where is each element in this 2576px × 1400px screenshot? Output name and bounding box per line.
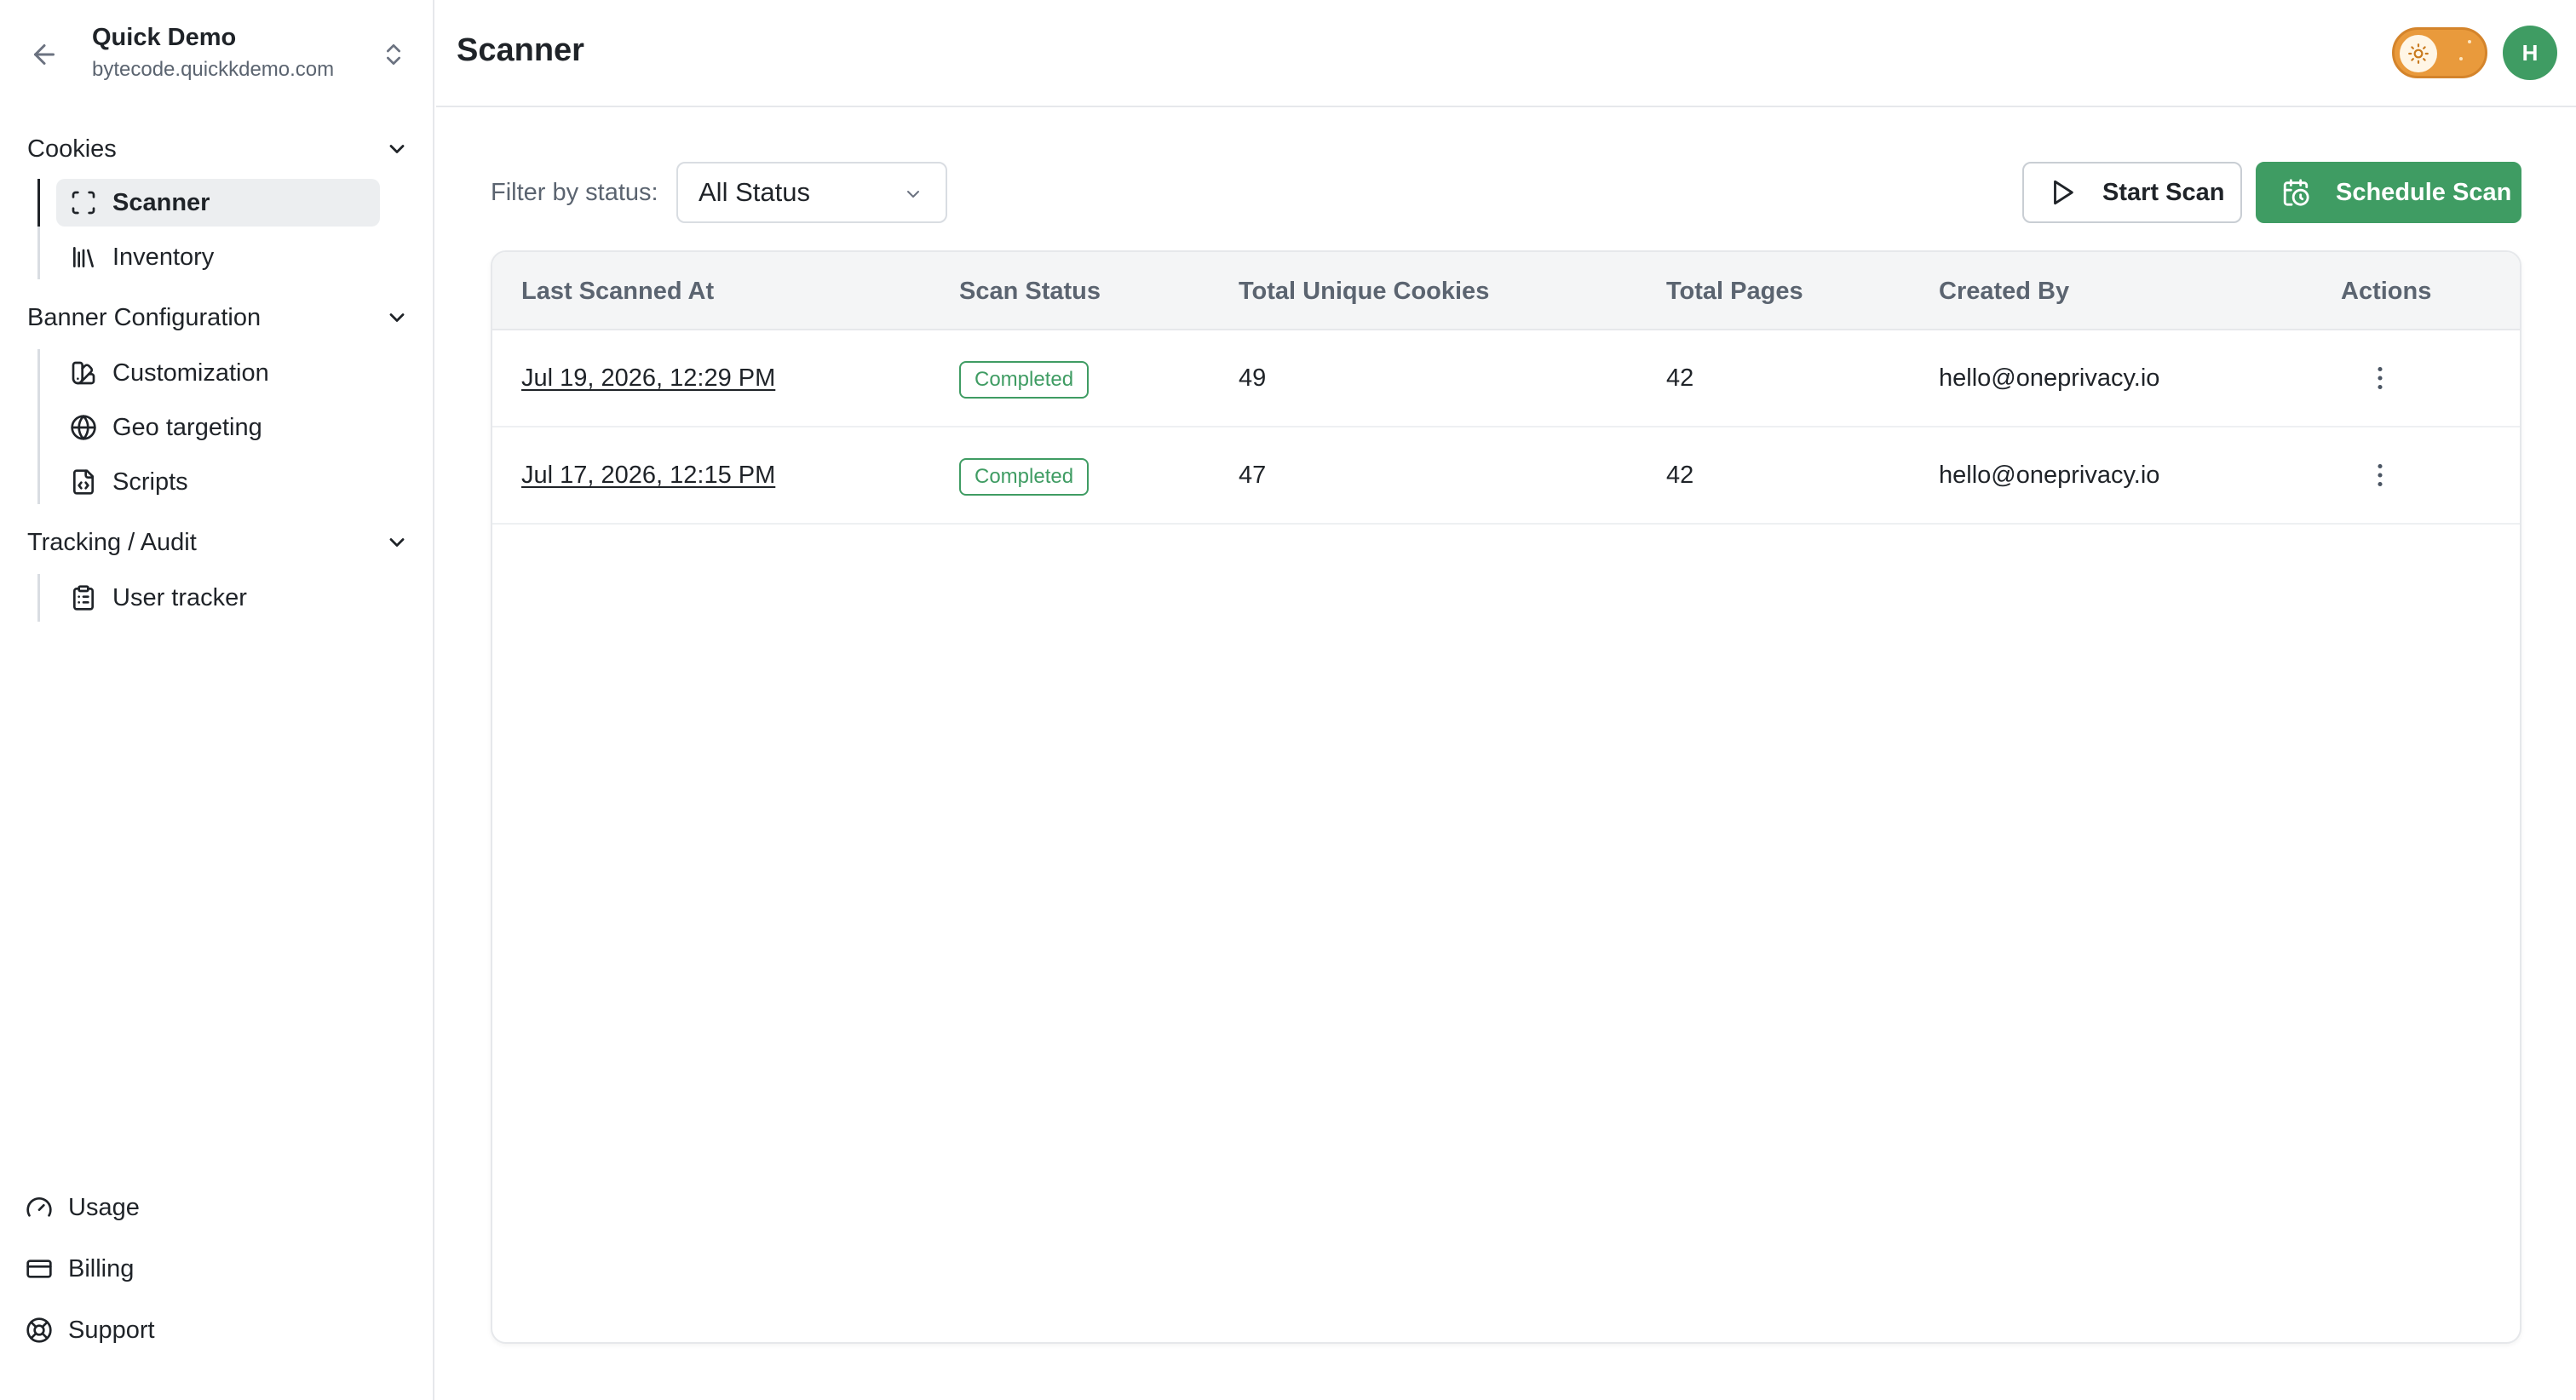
status-filter-select[interactable]: All Status bbox=[676, 162, 947, 223]
sidebar-item-user-tracker[interactable]: User tracker bbox=[56, 574, 380, 622]
column-header-total-unique-cookies[interactable]: Total Unique Cookies bbox=[1239, 278, 1489, 306]
sidebar-item-scanner[interactable]: Scanner bbox=[56, 179, 380, 227]
filter-label: Filter by status: bbox=[491, 179, 658, 206]
sidebar-item-geo-targeting[interactable]: Geo targeting bbox=[56, 404, 380, 451]
total-pages-count: 42 bbox=[1666, 462, 1694, 489]
chevron-down-icon bbox=[907, 191, 919, 198]
status-badge: Completed bbox=[959, 361, 1090, 399]
column-header-last-scanned-at[interactable]: Last Scanned At bbox=[521, 278, 714, 306]
more-vertical-icon[interactable] bbox=[2365, 363, 2395, 393]
sun-icon bbox=[2408, 43, 2429, 64]
arrow-left-icon[interactable] bbox=[29, 39, 60, 70]
table-row: Jul 17, 2026, 12:15 PM Completed 47 42 h… bbox=[492, 427, 2520, 525]
sidebar-item-label: Usage bbox=[68, 1193, 140, 1221]
star-dot bbox=[2459, 57, 2463, 60]
sidebar-item-customization[interactable]: Customization bbox=[56, 349, 380, 397]
column-header-scan-status[interactable]: Scan Status bbox=[959, 278, 1101, 306]
schedule-scan-button[interactable]: Schedule Scan bbox=[2256, 162, 2521, 223]
status-badge: Completed bbox=[959, 458, 1090, 496]
chevrons-up-down-icon[interactable] bbox=[380, 37, 407, 72]
unique-cookies-count: 47 bbox=[1239, 462, 1267, 489]
section-label: Banner Configuration bbox=[27, 303, 262, 331]
column-header-actions: Actions bbox=[2341, 278, 2432, 305]
total-pages-count: 42 bbox=[1666, 364, 1694, 392]
select-value: All Status bbox=[699, 177, 810, 207]
scan-date-link[interactable]: Jul 19, 2026, 12:29 PM bbox=[521, 364, 775, 393]
section-tracking-audit[interactable]: Tracking / Audit bbox=[27, 519, 409, 565]
unique-cookies-count: 49 bbox=[1239, 364, 1267, 392]
created-by-email: hello@oneprivacy.io bbox=[1939, 364, 2160, 392]
section-banner-configuration[interactable]: Banner Configuration bbox=[27, 295, 409, 341]
avatar[interactable]: H bbox=[2503, 26, 2557, 80]
library-icon bbox=[73, 247, 94, 267]
nav-active-indicator bbox=[37, 179, 40, 227]
sidebar-item-label: Scanner bbox=[112, 188, 210, 216]
sidebar: Quick Demo bytecode.quickkdemo.com Cooki… bbox=[0, 0, 434, 1400]
sidebar-item-label: Customization bbox=[112, 359, 269, 387]
nav-indent-line bbox=[37, 574, 40, 622]
toggle-knob bbox=[2400, 35, 2437, 72]
globe-icon bbox=[71, 415, 96, 440]
section-cookies[interactable]: Cookies bbox=[27, 126, 409, 172]
table-header: Last Scanned At Scan Status Total Unique… bbox=[492, 252, 2520, 330]
column-header-created-by[interactable]: Created By bbox=[1939, 278, 2069, 306]
table-row: Jul 19, 2026, 12:29 PM Completed 49 42 h… bbox=[492, 330, 2520, 427]
file-code-icon bbox=[73, 469, 94, 495]
scans-table: Last Scanned At Scan Status Total Unique… bbox=[491, 250, 2521, 1344]
calendar-clock-icon bbox=[2283, 179, 2309, 206]
sidebar-item-scripts[interactable]: Scripts bbox=[56, 458, 380, 506]
page-title: Scanner bbox=[457, 32, 584, 68]
clipboard-list-icon bbox=[73, 585, 94, 611]
more-vertical-icon[interactable] bbox=[2365, 460, 2395, 491]
sidebar-item-label: User tracker bbox=[112, 583, 247, 611]
chevron-down-icon bbox=[389, 538, 405, 547]
sidebar-item-billing[interactable]: Billing bbox=[26, 1245, 134, 1293]
swatch-book-icon bbox=[72, 361, 95, 385]
life-buoy-icon bbox=[26, 1317, 52, 1343]
play-icon bbox=[2054, 180, 2073, 205]
chevron-down-icon bbox=[389, 145, 405, 153]
workspace-switcher[interactable]: Quick Demo bytecode.quickkdemo.com bbox=[0, 0, 433, 106]
start-scan-label: Start Scan bbox=[2102, 178, 2225, 206]
gauge-icon bbox=[26, 1197, 52, 1217]
sidebar-item-support[interactable]: Support bbox=[26, 1306, 155, 1354]
sidebar-item-label: Inventory bbox=[112, 243, 215, 271]
start-scan-button[interactable]: Start Scan bbox=[2022, 162, 2242, 223]
sidebar-item-usage[interactable]: Usage bbox=[26, 1184, 140, 1231]
sidebar-item-label: Billing bbox=[68, 1254, 135, 1282]
section-label: Tracking / Audit bbox=[27, 528, 197, 556]
sidebar-item-label: Support bbox=[68, 1316, 155, 1344]
credit-card-icon bbox=[26, 1259, 52, 1278]
nav-indent-line bbox=[37, 349, 40, 504]
chevron-down-icon bbox=[389, 313, 405, 322]
schedule-scan-label: Schedule Scan bbox=[2336, 178, 2512, 206]
top-bar: Scanner H bbox=[436, 0, 2576, 107]
scan-frame-icon bbox=[72, 191, 95, 215]
column-header-total-pages[interactable]: Total Pages bbox=[1666, 278, 1803, 306]
sidebar-item-inventory[interactable]: Inventory bbox=[56, 233, 380, 281]
section-label: Cookies bbox=[27, 135, 117, 163]
workspace-domain: bytecode.quickkdemo.com bbox=[92, 58, 335, 81]
sidebar-item-label: Geo targeting bbox=[112, 413, 262, 441]
sidebar-item-label: Scripts bbox=[112, 468, 188, 496]
star-dot bbox=[2468, 40, 2471, 43]
scan-date-link[interactable]: Jul 17, 2026, 12:15 PM bbox=[521, 462, 775, 490]
workspace-name: Quick Demo bbox=[92, 24, 237, 51]
theme-toggle[interactable] bbox=[2392, 27, 2487, 78]
created-by-email: hello@oneprivacy.io bbox=[1939, 462, 2160, 489]
